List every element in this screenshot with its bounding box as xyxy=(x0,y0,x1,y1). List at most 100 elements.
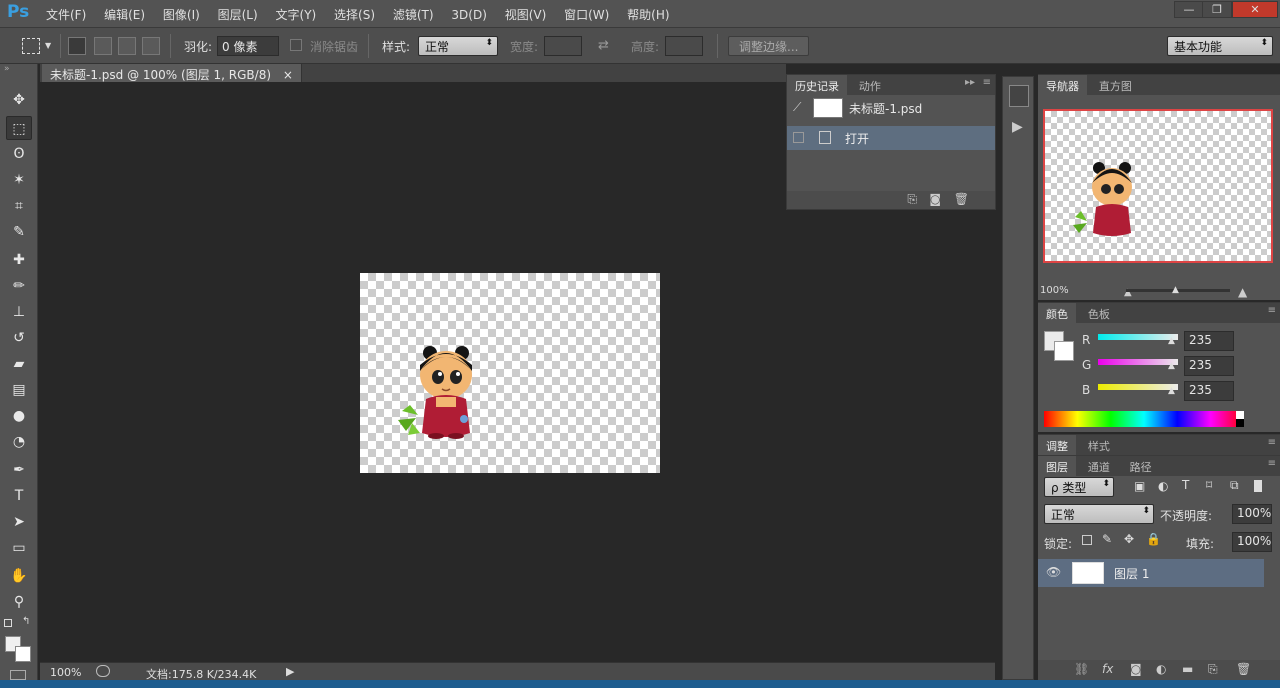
tab-navigator[interactable]: 导航器 xyxy=(1038,75,1087,95)
menu-file[interactable]: 文件(F) xyxy=(46,6,86,23)
swap-icon[interactable]: ⇄ xyxy=(598,38,609,53)
layer-name[interactable]: 图层 1 xyxy=(1114,565,1149,582)
magic-wand-tool-icon[interactable]: ✶ xyxy=(6,168,32,192)
eyedropper-tool-icon[interactable]: ✎ xyxy=(6,220,32,244)
menu-image[interactable]: 图像(I) xyxy=(163,6,200,23)
tab-swatches[interactable]: 色板 xyxy=(1080,303,1118,323)
r-input[interactable]: 235 xyxy=(1184,331,1234,351)
minimize-button[interactable]: — xyxy=(1174,1,1204,18)
type-filter-icon[interactable]: T xyxy=(1182,478,1189,492)
menu-edit[interactable]: 编辑(E) xyxy=(104,6,145,23)
status-info-icon[interactable] xyxy=(96,665,110,677)
gradient-tool-icon[interactable]: ▤ xyxy=(6,378,32,402)
clone-stamp-tool-icon[interactable]: ⊥ xyxy=(6,300,32,324)
refine-edge-button[interactable]: 调整边缘... xyxy=(728,36,810,56)
zoom-tool-icon[interactable]: ⚲ xyxy=(6,590,32,614)
history-snapshot[interactable]: ⟋ 未标题-1.psd xyxy=(787,96,995,120)
lock-position-icon[interactable]: ✥ xyxy=(1124,532,1134,546)
history-brush-tool-icon[interactable]: ↺ xyxy=(6,326,32,350)
fx-icon[interactable]: fx xyxy=(1102,662,1113,676)
black-swatch[interactable] xyxy=(1236,419,1244,427)
tab-styles[interactable]: 样式 xyxy=(1080,435,1118,455)
camera-icon[interactable]: ◙ xyxy=(929,192,941,206)
subtract-selection-icon[interactable] xyxy=(118,37,136,55)
crop-tool-icon[interactable]: ⌗ xyxy=(6,194,32,218)
lock-transparency-icon[interactable] xyxy=(1082,535,1092,545)
lock-pixels-icon[interactable]: ✎ xyxy=(1102,532,1112,546)
lasso-tool-icon[interactable]: ʘ xyxy=(6,142,32,166)
menu-3d[interactable]: 3D(D) xyxy=(451,8,486,22)
width-input[interactable] xyxy=(544,36,582,56)
expand-arrows-icon[interactable]: ▸▸ xyxy=(965,77,975,88)
lock-all-icon[interactable]: 🔒 xyxy=(1146,532,1161,546)
menu-window[interactable]: 窗口(W) xyxy=(564,6,609,23)
quick-mask-icon[interactable] xyxy=(10,670,26,680)
r-slider[interactable] xyxy=(1098,334,1178,340)
link-layers-icon[interactable]: ⛓ xyxy=(1074,662,1089,676)
path-select-tool-icon[interactable]: ➤ xyxy=(6,510,32,534)
pixel-filter-icon[interactable]: ▣ xyxy=(1134,479,1145,493)
panel-menu-icon[interactable]: ≡ xyxy=(1268,458,1276,469)
brush-tool-icon[interactable]: ✏ xyxy=(6,274,32,298)
r-slider-handle[interactable]: ▲ xyxy=(1168,336,1175,346)
panel-menu-icon[interactable]: ≡ xyxy=(1268,305,1276,316)
close-button[interactable]: ✕ xyxy=(1232,1,1278,18)
new-group-icon[interactable]: ▬ xyxy=(1182,662,1193,676)
blur-tool-icon[interactable]: ● xyxy=(6,404,32,428)
hand-tool-icon[interactable]: ✋ xyxy=(6,564,32,588)
menu-select[interactable]: 选择(S) xyxy=(334,6,375,23)
g-slider-handle[interactable]: ▲ xyxy=(1168,361,1175,371)
tab-actions[interactable]: 动作 xyxy=(851,75,889,95)
document-tab[interactable]: 未标题-1.psd @ 100% (图层 1, RGB/8) × xyxy=(42,64,302,82)
background-color-swatch[interactable] xyxy=(15,646,31,662)
tab-channels[interactable]: 通道 xyxy=(1080,456,1118,476)
new-adjustment-icon[interactable]: ◐ xyxy=(1156,662,1166,676)
healing-brush-tool-icon[interactable]: ✚ xyxy=(6,248,32,272)
antialias-checkbox[interactable] xyxy=(290,39,302,51)
trash-icon[interactable]: 🗑 xyxy=(954,192,969,206)
chevron-down-icon[interactable]: ▼ xyxy=(45,41,51,50)
adjustment-filter-icon[interactable]: ◐ xyxy=(1158,479,1168,493)
panel-menu-icon[interactable]: ≡ xyxy=(983,77,991,88)
b-slider[interactable] xyxy=(1098,384,1178,390)
opacity-input[interactable]: 100% xyxy=(1232,504,1272,524)
new-layer-icon[interactable]: ⎘ xyxy=(1208,662,1218,677)
height-input[interactable] xyxy=(665,36,703,56)
rectangle-tool-icon[interactable]: ▭ xyxy=(6,536,32,560)
style-select[interactable]: 正常 ⬍ xyxy=(418,36,498,56)
collapse-arrows-icon[interactable]: » xyxy=(4,64,10,74)
tab-layers[interactable]: 图层 xyxy=(1038,456,1076,476)
layer-row[interactable]: 👁 图层 1 xyxy=(1038,559,1264,587)
eraser-tool-icon[interactable]: ▰ xyxy=(6,352,32,376)
new-selection-icon[interactable] xyxy=(68,37,86,55)
panel-menu-icon[interactable]: ≡ xyxy=(1268,437,1276,448)
feather-input[interactable]: 0 像素 xyxy=(217,36,279,56)
brush-source-icon[interactable]: ⟋ xyxy=(793,100,801,115)
step-checkbox[interactable] xyxy=(793,132,804,143)
menu-view[interactable]: 视图(V) xyxy=(505,6,547,23)
smart-object-filter-icon[interactable]: ⧉ xyxy=(1230,478,1239,493)
color-spectrum[interactable] xyxy=(1044,411,1244,427)
workspace-select[interactable]: 基本功能 ⬍ xyxy=(1167,36,1273,56)
navigator-zoom[interactable]: 100% xyxy=(1040,285,1069,296)
move-tool-icon[interactable]: ✥ xyxy=(6,88,32,112)
menu-help[interactable]: 帮助(H) xyxy=(627,6,669,23)
tab-adjustments[interactable]: 调整 xyxy=(1038,435,1076,455)
menu-type[interactable]: 文字(Y) xyxy=(276,6,317,23)
marquee-preset-icon[interactable] xyxy=(22,38,40,54)
type-tool-icon[interactable]: T xyxy=(6,484,32,508)
zoom-slider-handle[interactable]: ▲ xyxy=(1172,285,1179,295)
intersect-selection-icon[interactable] xyxy=(142,37,160,55)
tab-histogram[interactable]: 直方图 xyxy=(1091,75,1140,95)
menu-layer[interactable]: 图层(L) xyxy=(218,6,258,23)
filter-kind-select[interactable]: ρ 类型 ⬍ xyxy=(1044,477,1114,497)
navigator-preview[interactable] xyxy=(1043,109,1273,263)
b-input[interactable]: 235 xyxy=(1184,381,1234,401)
tab-color[interactable]: 颜色 xyxy=(1038,303,1076,323)
tab-history[interactable]: 历史记录 xyxy=(787,75,847,95)
marquee-tool-icon[interactable]: ⬚ xyxy=(6,116,32,140)
default-colors-icon[interactable] xyxy=(4,619,12,627)
status-menu-arrow-icon[interactable]: ▶ xyxy=(286,665,294,678)
g-input[interactable]: 235 xyxy=(1184,356,1234,376)
delete-layer-icon[interactable]: 🗑 xyxy=(1236,662,1251,676)
